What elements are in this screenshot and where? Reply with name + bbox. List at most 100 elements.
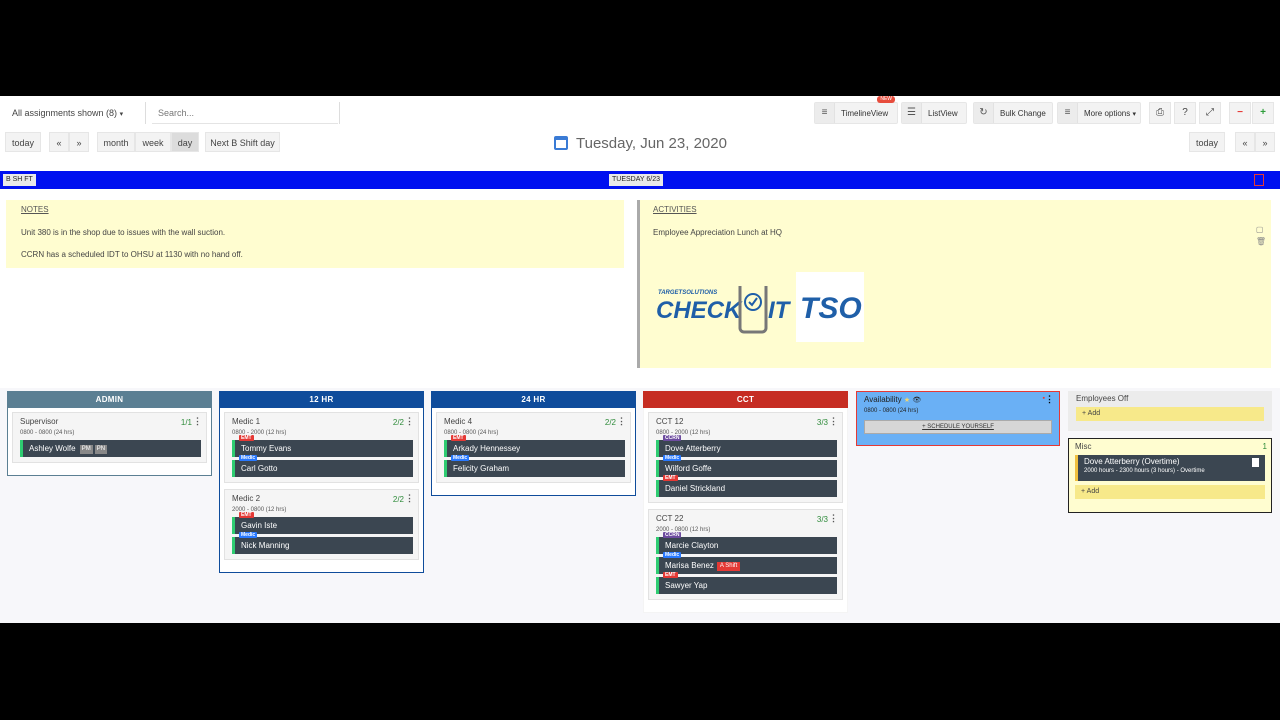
more-options-label: More options (1084, 109, 1131, 118)
search-placeholder: Search... (158, 108, 195, 118)
notes-panel[interactable]: NOTES Unit 380 is in the shop due to iss… (6, 200, 624, 268)
column-header: 12 HR (219, 391, 424, 408)
assignment-slot[interactable]: Medic Felicity Graham (444, 455, 625, 477)
help-button[interactable]: ? (1174, 102, 1196, 124)
employees-off-add-button[interactable]: + Add (1076, 407, 1264, 421)
misc-add-button[interactable]: + Add (1075, 485, 1265, 499)
column-header: CCT (643, 391, 848, 408)
document-icon[interactable] (1252, 458, 1259, 467)
misc-detail: 2000 hours - 2300 hours (3 hours) - Over… (1084, 468, 1205, 474)
unit-card[interactable]: CCT 22 3/3 ⋮ 2000 - 0800 (12 hrs) CCRN Ma… (648, 509, 843, 600)
availability-card[interactable]: Availability ★ 👁 ▪ ⋮ 0800 - 0800 (24 hrs… (856, 391, 1060, 446)
timeline-view-button[interactable]: ≡ TimelineView NEW (814, 96, 898, 124)
shift-badge: A Shift (716, 562, 741, 571)
role-tag: Medic (663, 455, 682, 461)
more-options-button[interactable]: ≡ More options ▾ (1057, 102, 1141, 124)
activities-panel[interactable]: ACTIVITIES Employee Appreciation Lunch a… (637, 200, 1271, 368)
list-icon: ≡ (815, 103, 835, 123)
unit-name: Medic 4 (444, 417, 473, 426)
divider (145, 102, 146, 124)
assignment-slot[interactable]: EMT Daniel Strickland (656, 475, 837, 497)
note-icon[interactable]: ▢ (1256, 224, 1266, 236)
search-input[interactable]: Search... (152, 102, 338, 124)
shift-label: B SH FT (3, 174, 36, 186)
kebab-menu-icon[interactable]: ⋮ (405, 493, 414, 504)
trash-icon[interactable]: 🗑 (1256, 236, 1266, 248)
list-view-button[interactable]: ☰ ListView (901, 102, 967, 124)
next-button-right[interactable]: » (1255, 132, 1275, 152)
assignment-slot[interactable]: EMT Arkady Hennessey (444, 435, 625, 457)
next-button[interactable]: » (69, 132, 89, 152)
assignments-filter-select[interactable]: All assignments shown (8) ▾ (6, 102, 132, 124)
unit-time: 0800 - 0800 (24 hrs) (444, 430, 499, 436)
kebab-menu-icon[interactable]: ⋮ (829, 416, 838, 427)
star-icon[interactable]: ★ (904, 397, 910, 404)
caret-down-icon: ▾ (119, 111, 124, 118)
today-button-left[interactable]: today (5, 132, 41, 152)
assignment-slot[interactable]: Medic Wilford Goffe (656, 455, 837, 477)
date-title-text: Tuesday, Jun 23, 2020 (576, 135, 727, 152)
print-icon[interactable]: ⎙ (1149, 102, 1171, 124)
assignments-filter-label: All assignments shown (8) (12, 108, 118, 118)
role-tag: CCRN (663, 435, 682, 441)
column-cct: CCT CCT 12 3/3 ⋮ 0800 - 2000 (12 hrs) CC… (643, 391, 848, 613)
kebab-menu-icon[interactable]: ⋮ (405, 416, 414, 427)
person-name: Nick Manning (241, 541, 290, 550)
unit-card[interactable]: CCT 12 3/3 ⋮ 0800 - 2000 (12 hrs) CCRN Do… (648, 412, 843, 503)
unit-card[interactable]: Medic 1 2/2 ⋮ 0800 - 2000 (12 hrs) EMT To… (224, 412, 419, 483)
unit-time: 0800 - 0800 (24 hrs) (20, 430, 75, 436)
kebab-menu-icon[interactable]: ⋮ (617, 416, 626, 427)
assignment-slot[interactable]: EMT Tommy Evans (232, 435, 413, 457)
staff-count: 2/2 (392, 418, 404, 427)
assignment-slot[interactable]: CCRN Marcie Clayton (656, 532, 837, 554)
person-name: Gavin Iste (241, 521, 278, 530)
week-view-button[interactable]: week (135, 132, 171, 152)
zoom-out-icon[interactable]: − (1229, 102, 1251, 124)
prev-button[interactable]: « (49, 132, 69, 152)
unit-name: Medic 2 (232, 494, 261, 503)
checkit-logo-icon: TARGETSOLUTIONS CHECK IT (656, 286, 792, 334)
assignment-slot[interactable]: Medic Marisa Benez A Shift (656, 552, 837, 574)
next-shift-button[interactable]: Next B Shift day (205, 132, 280, 152)
fullscreen-icon[interactable]: ⤢ (1199, 102, 1221, 124)
unit-name: CCT 12 (656, 417, 684, 426)
assignment-slot[interactable]: CCRN Dove Atterberry (656, 435, 837, 457)
kebab-menu-icon[interactable]: ⋮ (193, 416, 202, 427)
day-label: TUESDAY 6/23 (609, 174, 663, 186)
bulk-change-label: Bulk Change (1000, 109, 1046, 118)
bulk-change-button[interactable]: ↻ Bulk Change (973, 102, 1053, 124)
month-view-button[interactable]: month (97, 132, 135, 152)
trash-icon[interactable] (1254, 174, 1264, 186)
unit-card[interactable]: Supervisor 1/1 ⋮ 0800 - 0800 (24 hrs) As… (12, 412, 207, 463)
staff-count: 2/2 (604, 418, 616, 427)
kebab-menu-icon[interactable]: ⋮ (829, 513, 838, 524)
zoom-in-icon[interactable]: + (1252, 102, 1274, 124)
role-tag: CCRN (663, 532, 682, 538)
assignment-slot[interactable]: EMT Sawyer Yap (656, 572, 837, 594)
unit-card[interactable]: Medic 2 2/2 ⋮ 2000 - 0800 (12 hrs) EMT Ga… (224, 489, 419, 560)
prev-button-right[interactable]: « (1235, 132, 1255, 152)
date-title[interactable]: Tuesday, Jun 23, 2020 (554, 134, 727, 154)
assignment-slot[interactable]: Medic Carl Gotto (232, 455, 413, 477)
column-admin: ADMIN Supervisor 1/1 ⋮ 0800 - 0800 (24 h… (7, 391, 212, 476)
misc-assignment-slot[interactable]: Dove Atterberry (Overtime) 2000 hours - … (1075, 455, 1265, 481)
assignment-slot[interactable]: EMT Gavin Iste (232, 512, 413, 534)
unit-card[interactable]: Medic 4 2/2 ⋮ 0800 - 0800 (24 hrs) EMT Ar… (436, 412, 631, 483)
divider (339, 102, 340, 124)
unit-time: 2000 - 0800 (12 hrs) (656, 527, 711, 533)
column-body: Medic 1 2/2 ⋮ 0800 - 2000 (12 hrs) EMT To… (219, 408, 424, 573)
day-view-button[interactable]: day (171, 132, 199, 152)
kebab-menu-icon[interactable]: ⋮ (1045, 394, 1054, 405)
notes-line: Unit 380 is in the shop due to issues wi… (21, 228, 226, 237)
assignment-slot[interactable]: Medic Nick Manning (232, 532, 413, 554)
person-name: Sawyer Yap (665, 581, 708, 590)
column-12hr: 12 HR Medic 1 2/2 ⋮ 0800 - 2000 (12 hrs)… (219, 391, 424, 573)
person-name: Marcie Clayton (665, 541, 719, 550)
schedule-yourself-button[interactable]: + SCHEDULE YOURSELF (864, 420, 1052, 434)
staff-count: 3/3 (816, 515, 828, 524)
assignment-slot[interactable]: Ashley Wolfe PM PN (20, 440, 201, 457)
today-button-right[interactable]: today (1189, 132, 1225, 152)
refresh-icon: ↻ (974, 103, 994, 123)
eye-icon[interactable]: 👁 (912, 397, 921, 404)
misc-title: Misc (1075, 442, 1092, 451)
